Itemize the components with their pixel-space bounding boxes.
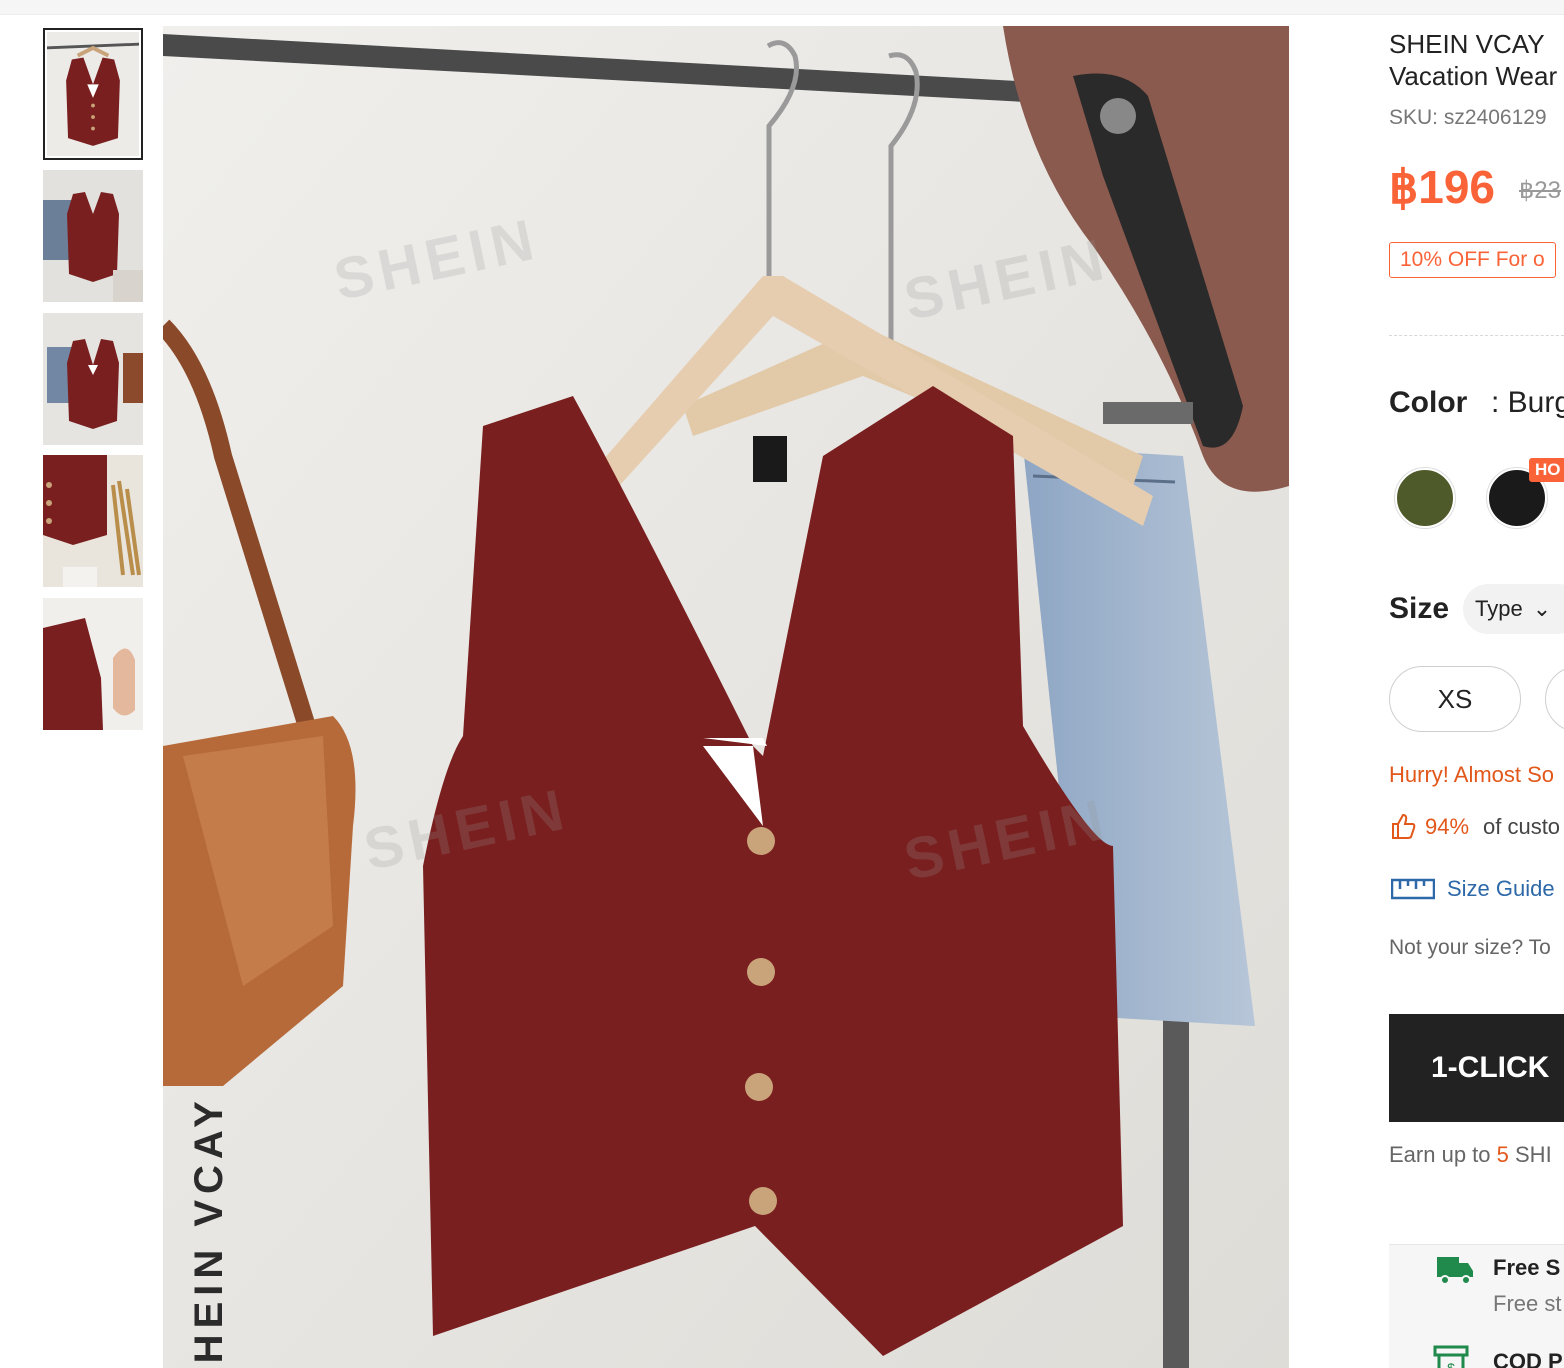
thumbnail-1[interactable] (43, 28, 143, 160)
vest-photo (163, 26, 1289, 1368)
color-label: Color (1389, 386, 1468, 419)
shipping-info: Free S Free st $ COD P (1389, 1244, 1564, 1368)
size-type-label: Type (1475, 596, 1523, 621)
thumbnail-image (43, 313, 143, 445)
thumbnail-4[interactable] (43, 455, 143, 587)
cod-title: COD P (1493, 1349, 1563, 1368)
size-option-next[interactable] (1545, 666, 1564, 732)
low-stock-notice: Hurry! Almost So (1389, 762, 1555, 787)
product-info-panel: SHEIN VCAY Vacation Wear SKU: sz2406129 … (1389, 26, 1564, 1368)
earn-prefix: Earn up to (1389, 1142, 1497, 1167)
divider (1389, 335, 1564, 336)
size-option-xs[interactable]: XS (1389, 666, 1521, 732)
cash-register-icon: $ (1433, 1345, 1469, 1368)
truck-icon (1437, 1257, 1473, 1285)
earn-suffix: SHI (1508, 1142, 1552, 1167)
thumbnail-image (43, 455, 143, 587)
svg-text:$: $ (1447, 1360, 1455, 1368)
fit-percent: 94% (1425, 814, 1470, 839)
thumbnail-3[interactable] (43, 313, 143, 445)
thumbnail-2[interactable] (43, 170, 143, 302)
free-shipping-title: Free S (1493, 1255, 1561, 1280)
thumbnail-image (43, 170, 143, 302)
ruler-icon (1391, 878, 1435, 900)
original-price: ฿23 (1519, 177, 1561, 204)
size-type-select[interactable]: Type ⌄ (1463, 584, 1564, 634)
thumbnail-5[interactable] (43, 598, 143, 730)
not-your-size-text[interactable]: Not your size? To (1389, 936, 1551, 960)
product-sku: SKU: sz2406129 (1389, 106, 1547, 129)
promo-badge[interactable]: 10% OFF For o (1389, 242, 1556, 278)
earn-number: 5 (1496, 1142, 1509, 1167)
main-product-image[interactable]: SHEIN SHEIN SHEIN SHEIN SHEIN VCAY (163, 26, 1289, 1368)
hot-badge: HO (1529, 458, 1564, 482)
size-label: Size (1389, 592, 1450, 625)
thumbs-up-icon (1392, 813, 1416, 839)
brand-logo: SHEIN VCAY (187, 1095, 231, 1368)
top-bar (0, 0, 1564, 15)
fit-text: of custo (1483, 814, 1561, 839)
selected-color: : Burg (1491, 386, 1564, 419)
sale-price: ฿196 (1389, 161, 1496, 213)
one-click-buy-button[interactable]: 1-CLICK (1389, 1014, 1564, 1122)
earn-points-text: Earn up to 5 SHI (1389, 1142, 1552, 1168)
thumbnail-image (45, 30, 141, 158)
product-title: SHEIN VCAY Vacation Wear (1389, 29, 1558, 91)
free-shipping-subtitle: Free st (1493, 1291, 1562, 1316)
size-guide-label: Size Guide (1447, 876, 1555, 901)
chevron-down-icon: ⌄ (1532, 596, 1552, 621)
color-swatch-olive[interactable] (1394, 467, 1456, 529)
thumbnail-image (43, 598, 143, 730)
